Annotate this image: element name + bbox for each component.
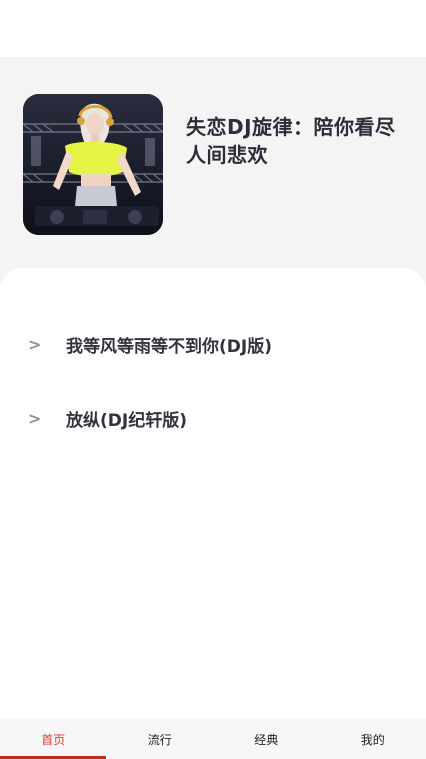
bottom-tab-bar: 首页 流行 经典 我的 xyxy=(0,719,426,759)
tab-home[interactable]: 首页 xyxy=(0,719,107,759)
tab-popular[interactable]: 流行 xyxy=(107,719,214,759)
playlist-title: 失恋DJ旋律：陪你看尽人间悲欢 xyxy=(186,115,396,167)
song-list-item[interactable]: > 放纵(DJ纪轩版) xyxy=(0,399,426,439)
chevron-right-icon: > xyxy=(28,335,42,354)
tab-label: 流行 xyxy=(147,732,172,747)
tab-mine[interactable]: 我的 xyxy=(320,719,426,759)
tab-label: 首页 xyxy=(41,732,66,747)
tab-classic[interactable]: 经典 xyxy=(213,719,320,759)
tab-label: 经典 xyxy=(254,732,279,747)
song-list-item[interactable]: > 我等风等雨等不到你(DJ版) xyxy=(0,325,426,365)
chevron-right-icon: > xyxy=(28,409,42,428)
song-title: 放纵(DJ纪轩版) xyxy=(66,411,187,431)
song-list: > 我等风等雨等不到你(DJ版) > 放纵(DJ纪轩版) xyxy=(0,268,426,720)
tab-label: 我的 xyxy=(360,732,385,747)
app-screen: 失恋DJ旋律：陪你看尽人间悲欢 > 我等风等雨等不到你(DJ版) > 放纵(DJ… xyxy=(0,0,426,759)
status-bar-area xyxy=(0,0,426,57)
song-title: 我等风等雨等不到你(DJ版) xyxy=(66,337,272,357)
playlist-cover-image xyxy=(23,94,163,235)
